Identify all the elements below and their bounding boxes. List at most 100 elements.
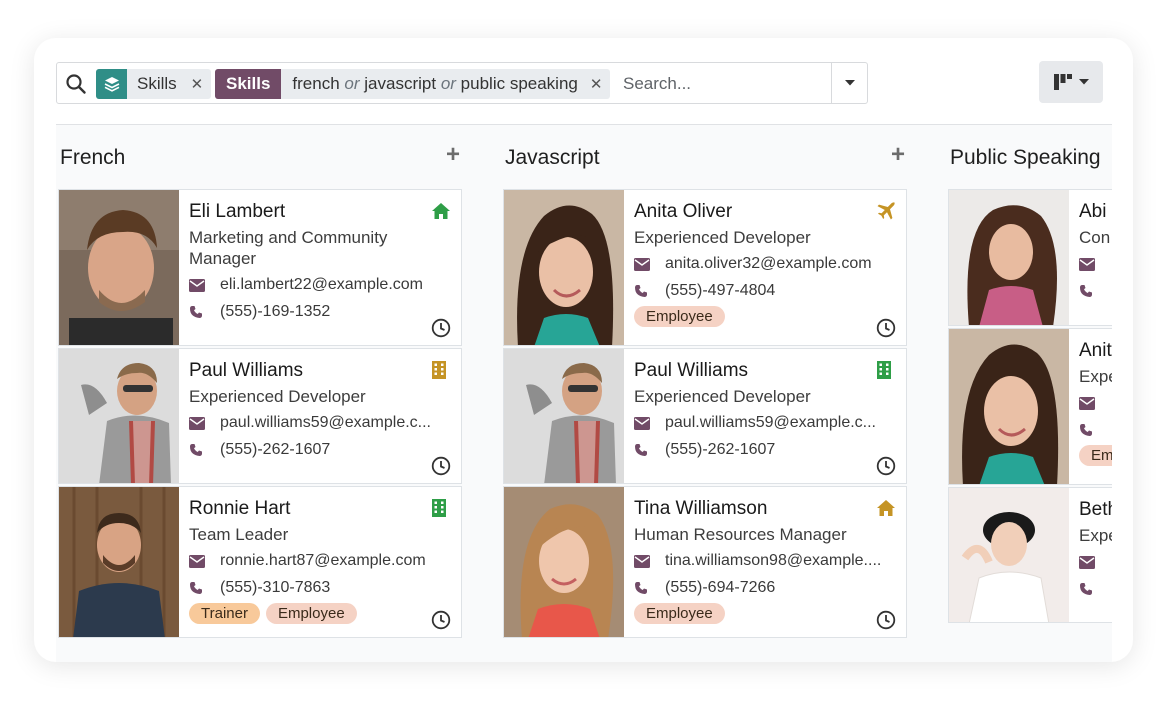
or-separator: or xyxy=(440,74,456,93)
kanban-view-icon xyxy=(1054,74,1072,90)
email-row xyxy=(1079,392,1112,414)
employee-email[interactable]: anita.oliver32@example.com xyxy=(665,255,872,273)
employee-name: Anita Oliver xyxy=(634,201,733,222)
employee-job-title: Expe xyxy=(1079,526,1112,545)
remove-filter-button[interactable]: ✕ xyxy=(586,75,611,93)
tag-trainer: Trainer xyxy=(189,603,260,624)
plane-icon xyxy=(876,201,896,221)
employee-job-title: Marketing and Community Manager xyxy=(189,228,388,268)
column-title: French xyxy=(60,146,126,169)
employee-card[interactable]: Beth Expe xyxy=(948,487,1112,623)
avatar xyxy=(59,190,179,345)
employee-email[interactable]: paul.williams59@example.c... xyxy=(220,414,431,432)
employee-card[interactable]: Paul Williams Experienced Developer paul… xyxy=(58,348,462,484)
skills-filter-facet: Skills french or javascript or public sp… xyxy=(215,69,611,99)
column-title: Javascript xyxy=(505,146,600,169)
employee-phone[interactable]: (555)-169-1352 xyxy=(220,303,330,321)
filter-value-javascript: javascript xyxy=(364,74,437,93)
employee-card[interactable]: Tina Williamson Human Resources Manager … xyxy=(503,486,907,638)
phone-row: (555)-497-4804 xyxy=(634,280,896,302)
activity-clock-icon[interactable] xyxy=(431,456,451,476)
employee-job-title: Experienced Developer xyxy=(634,228,811,247)
tag-employee: Employee xyxy=(634,306,725,327)
column-title: Public Speaking xyxy=(950,146,1101,169)
employee-phone[interactable]: (555)-262-1607 xyxy=(220,441,330,459)
phone-row: (555)-310-7863 xyxy=(189,577,451,599)
employee-email[interactable]: paul.williams59@example.c... xyxy=(665,414,876,432)
search-input[interactable] xyxy=(623,69,828,99)
tag-list: Em xyxy=(1079,445,1112,466)
card-body: Paul Williams Experienced Developer paul… xyxy=(624,349,906,483)
employee-phone[interactable]: (555)-497-4804 xyxy=(665,282,775,300)
avatar xyxy=(949,329,1069,484)
envelope-icon xyxy=(1079,257,1110,271)
activity-clock-icon[interactable] xyxy=(431,610,451,630)
card-body: Ronnie Hart Team Leader ronnie.hart87@ex… xyxy=(179,487,461,637)
email-row: eli.lambert22@example.com xyxy=(189,274,451,296)
employee-card[interactable]: Paul Williams Experienced Developer paul… xyxy=(503,348,907,484)
remove-group-by-button[interactable]: ✕ xyxy=(187,75,212,93)
employee-email[interactable]: eli.lambert22@example.com xyxy=(220,276,423,294)
employee-phone[interactable]: (555)-262-1607 xyxy=(665,441,775,459)
view-switcher-button[interactable] xyxy=(1039,61,1103,103)
column-header: Public Speaking xyxy=(948,125,1112,189)
phone-icon xyxy=(634,443,665,457)
employee-job-title: Con xyxy=(1079,228,1111,247)
phone-row: (555)-694-7266 xyxy=(634,577,896,599)
filter-value-public-speaking: public speaking xyxy=(460,74,578,93)
employee-email[interactable]: tina.williamson98@example.... xyxy=(665,552,881,570)
employee-card[interactable]: Anit Expe Em xyxy=(948,328,1112,485)
employee-card[interactable]: Anita Oliver Experienced Developer anita… xyxy=(503,189,907,346)
employee-card[interactable]: Abi Con xyxy=(948,189,1112,326)
employee-phone[interactable]: (555)-310-7863 xyxy=(220,579,330,597)
card-body: Abi Con xyxy=(1069,190,1112,325)
card-body: Beth Expe xyxy=(1069,488,1112,622)
email-row: paul.williams59@example.c... xyxy=(189,412,451,434)
envelope-icon xyxy=(634,257,665,271)
envelope-icon xyxy=(189,278,220,292)
card-body: Anit Expe Em xyxy=(1069,329,1112,484)
phone-icon xyxy=(634,581,665,595)
home-icon xyxy=(431,201,451,221)
email-row: paul.williams59@example.c... xyxy=(634,412,896,434)
envelope-icon xyxy=(634,416,665,430)
kanban-column-french: French + Eli Lambert Marketing and Commu… xyxy=(58,125,462,640)
employee-email[interactable]: ronnie.hart87@example.com xyxy=(220,552,426,570)
tag-employee: Em xyxy=(1079,445,1112,466)
phone-icon xyxy=(189,305,220,319)
envelope-icon xyxy=(1079,555,1110,569)
kanban-window: Skills ✕ Skills french or javascript or … xyxy=(34,38,1133,662)
tag-list: Employee xyxy=(634,306,896,327)
activity-clock-icon[interactable] xyxy=(876,610,896,630)
tag-list: Employee xyxy=(634,603,896,624)
caret-down-icon xyxy=(844,80,855,86)
phone-icon xyxy=(634,284,665,298)
activity-clock-icon[interactable] xyxy=(876,456,896,476)
employee-card[interactable]: Ronnie Hart Team Leader ronnie.hart87@ex… xyxy=(58,486,462,638)
employee-job-title: Human Resources Manager xyxy=(634,525,847,544)
search-icon[interactable] xyxy=(65,73,87,95)
activity-clock-icon[interactable] xyxy=(431,318,451,338)
building-icon xyxy=(431,498,451,518)
add-record-plus-icon[interactable]: + xyxy=(891,143,905,167)
column-header: French + xyxy=(58,125,462,189)
envelope-icon xyxy=(634,554,665,568)
employee-phone[interactable]: (555)-694-7266 xyxy=(665,579,775,597)
employee-name: Ronnie Hart xyxy=(189,498,291,519)
employee-card[interactable]: Eli Lambert Marketing and Community Mana… xyxy=(58,189,462,346)
kanban-column-javascript: Javascript + Anita Oliver Experienced De… xyxy=(503,125,907,640)
or-separator: or xyxy=(344,74,360,93)
card-body: Anita Oliver Experienced Developer anita… xyxy=(624,190,906,345)
card-body: Eli Lambert Marketing and Community Mana… xyxy=(179,190,461,345)
employee-name: Abi xyxy=(1079,201,1107,222)
employee-job-title: Experienced Developer xyxy=(634,387,811,406)
search-options-toggle[interactable] xyxy=(831,63,867,103)
email-row xyxy=(1079,551,1112,573)
avatar xyxy=(504,349,624,483)
email-row: ronnie.hart87@example.com xyxy=(189,550,451,572)
envelope-icon xyxy=(189,554,220,568)
avatar xyxy=(504,487,624,637)
activity-clock-icon[interactable] xyxy=(876,318,896,338)
card-body: Tina Williamson Human Resources Manager … xyxy=(624,487,906,637)
add-record-plus-icon[interactable]: + xyxy=(446,143,460,167)
